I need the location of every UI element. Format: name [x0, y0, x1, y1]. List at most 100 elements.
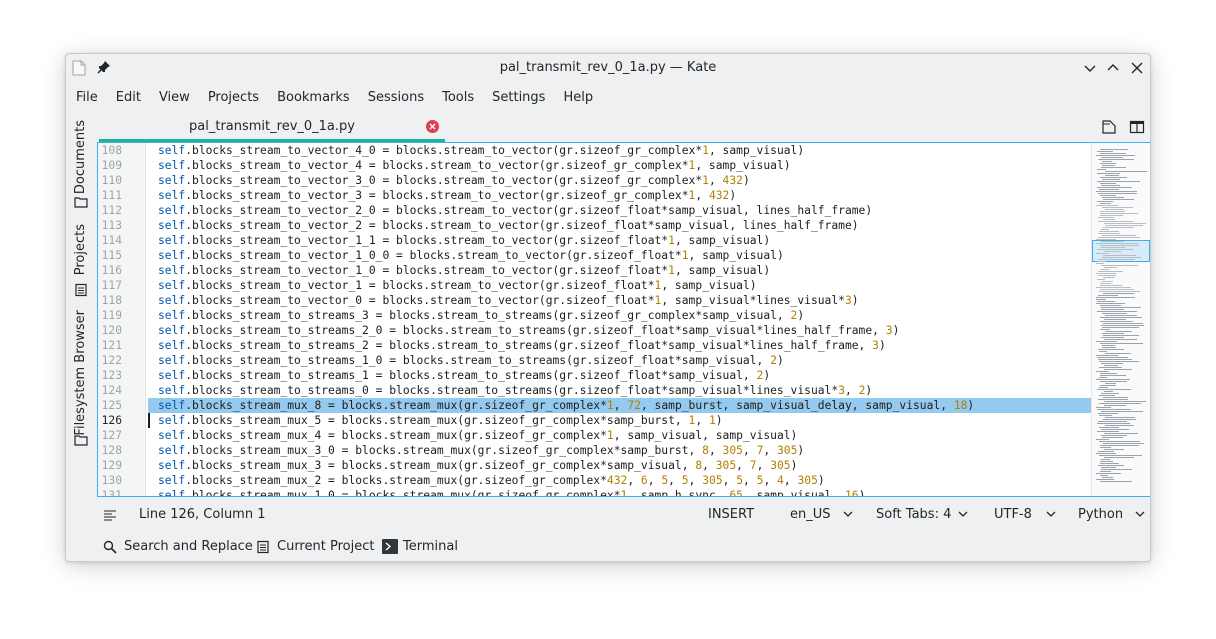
indentation-setting[interactable]: Soft Tabs: 4: [876, 507, 951, 522]
sidebar-tab-projects[interactable]: Projects: [71, 220, 91, 298]
code-line[interactable]: 128 self.blocks_stream_mux_3_0 = blocks.s…: [98, 443, 1091, 458]
maximize-icon[interactable]: [1104, 59, 1122, 77]
code-line[interactable]: 122 self.blocks_stream_to_streams_1_0 = b…: [98, 353, 1091, 368]
minimap-line: [1102, 179, 1120, 180]
code-line[interactable]: 112 self.blocks_stream_to_vector_2_0 = bl…: [98, 203, 1091, 218]
code-line[interactable]: 108 self.blocks_stream_to_vector_4_0 = bl…: [98, 143, 1091, 158]
chevron-down-icon[interactable]: [958, 511, 968, 518]
document-tab[interactable]: pal_transmit_rev_0_1a.py: [99, 114, 445, 142]
cursor-position[interactable]: Line 126, Column 1: [139, 507, 266, 522]
code-line[interactable]: 131 self.blocks_stream_mux_1_0 = blocks.s…: [98, 488, 1091, 496]
new-tab-icon[interactable]: [1101, 119, 1117, 135]
code-text[interactable]: self.blocks_stream_mux_2 = blocks.stream…: [158, 473, 825, 488]
minimize-icon[interactable]: [1081, 59, 1099, 77]
code-text[interactable]: self.blocks_stream_mux_4 = blocks.stream…: [158, 428, 797, 443]
sidebar-tab-filesystem[interactable]: Filesystem Browser: [71, 306, 91, 451]
minimap-line: [1103, 199, 1134, 200]
code-line[interactable]: 124 self.blocks_stream_to_streams_0 = blo…: [98, 383, 1091, 398]
minimap-line: [1100, 445, 1139, 446]
code-text[interactable]: self.blocks_stream_to_vector_3 = blocks.…: [158, 188, 736, 203]
code-line[interactable]: 129 self.blocks_stream_mux_3 = blocks.str…: [98, 458, 1091, 473]
menu-file[interactable]: File: [66, 84, 107, 112]
code-text[interactable]: self.blocks_stream_to_vector_1_0 = block…: [158, 263, 770, 278]
code-line[interactable]: 110 self.blocks_stream_to_vector_3_0 = bl…: [98, 173, 1091, 188]
chevron-down-icon[interactable]: [843, 511, 853, 518]
code-text[interactable]: self.blocks_stream_to_streams_3 = blocks…: [158, 308, 804, 323]
code-text[interactable]: self.blocks_stream_to_vector_4 = blocks.…: [158, 158, 791, 173]
code-line[interactable]: 116 self.blocks_stream_to_vector_1_0 = bl…: [98, 263, 1091, 278]
code-text[interactable]: self.blocks_stream_mux_3_0 = blocks.stre…: [158, 443, 804, 458]
split-view-icon[interactable]: [1129, 119, 1145, 135]
code-text[interactable]: self.blocks_stream_mux_5 = blocks.stream…: [158, 413, 723, 428]
menu-tools[interactable]: Tools: [433, 84, 483, 112]
code-text[interactable]: self.blocks_stream_mux_1_0 = blocks.stre…: [158, 488, 865, 496]
code-text[interactable]: self.blocks_stream_to_streams_1_0 = bloc…: [158, 353, 784, 368]
minimap-line: [1103, 335, 1139, 336]
code-editor[interactable]: 108 self.blocks_stream_to_vector_4_0 = bl…: [97, 142, 1150, 497]
minimap-line: [1100, 471, 1111, 472]
code-line[interactable]: 109 self.blocks_stream_to_vector_4 = bloc…: [98, 158, 1091, 173]
code-text[interactable]: self.blocks_stream_mux_3 = blocks.stream…: [158, 458, 797, 473]
close-icon[interactable]: [1128, 59, 1146, 77]
menu-edit[interactable]: Edit: [107, 84, 150, 112]
code-text[interactable]: self.blocks_stream_to_vector_2 = blocks.…: [158, 218, 859, 233]
code-text[interactable]: self.blocks_stream_to_vector_1_1 = block…: [158, 233, 770, 248]
menu-lines-icon[interactable]: [103, 509, 117, 521]
code-line[interactable]: 114 self.blocks_stream_to_vector_1_1 = bl…: [98, 233, 1091, 248]
code-line[interactable]: 117 self.blocks_stream_to_vector_1 = bloc…: [98, 278, 1091, 293]
code-text[interactable]: self.blocks_stream_to_vector_4_0 = block…: [158, 143, 804, 158]
menu-projects[interactable]: Projects: [199, 84, 268, 112]
sidebar-tab-documents[interactable]: Documents: [71, 116, 91, 208]
menu-bookmarks[interactable]: Bookmarks: [268, 84, 359, 112]
minimap-line: [1099, 387, 1108, 388]
code-text[interactable]: self.blocks_stream_to_streams_1 = blocks…: [158, 368, 770, 383]
minimap-line: [1097, 201, 1113, 202]
code-line[interactable]: 113 self.blocks_stream_to_vector_2 = bloc…: [98, 218, 1091, 233]
code-text[interactable]: self.blocks_stream_to_vector_2_0 = block…: [158, 203, 872, 218]
minimap-line: [1101, 247, 1125, 248]
menu-help[interactable]: Help: [554, 84, 602, 112]
input-mode[interactable]: INSERT: [708, 507, 754, 522]
code-text[interactable]: self.blocks_stream_to_vector_3_0 = block…: [158, 173, 750, 188]
code-line[interactable]: 115 self.blocks_stream_to_vector_1_0_0 = …: [98, 248, 1091, 263]
code-line[interactable]: 118 self.blocks_stream_to_vector_0 = bloc…: [98, 293, 1091, 308]
encoding-setting[interactable]: UTF-8: [994, 507, 1032, 522]
code-line[interactable]: 111 self.blocks_stream_to_vector_3 = bloc…: [98, 188, 1091, 203]
syntax-mode[interactable]: Python: [1078, 507, 1123, 522]
code-text[interactable]: self.blocks_stream_to_streams_2_0 = bloc…: [158, 323, 899, 338]
code-line[interactable]: 130 self.blocks_stream_mux_2 = blocks.str…: [98, 473, 1091, 488]
minimap-line: [1102, 257, 1141, 258]
code-text[interactable]: self.blocks_stream_to_vector_1_0_0 = blo…: [158, 248, 784, 263]
minimap-scrollbar[interactable]: [1091, 143, 1150, 496]
menu-view[interactable]: View: [150, 84, 199, 112]
chevron-down-icon[interactable]: [1135, 511, 1145, 518]
minimap-line: [1105, 225, 1143, 226]
code-line[interactable]: 123 self.blocks_stream_to_streams_1 = blo…: [98, 368, 1091, 383]
code-text[interactable]: self.blocks_stream_to_streams_2 = blocks…: [158, 338, 886, 353]
minimap-line: [1098, 421, 1127, 422]
code-text[interactable]: self.blocks_stream_to_vector_0 = blocks.…: [158, 293, 859, 308]
code-line[interactable]: 121 self.blocks_stream_to_streams_2 = blo…: [98, 338, 1091, 353]
search-replace-label: Search and Replace: [124, 539, 253, 554]
close-tab-icon[interactable]: [426, 120, 439, 133]
code-text[interactable]: self.blocks_stream_to_vector_1 = blocks.…: [158, 278, 757, 293]
dictionary-language[interactable]: en_US: [790, 507, 831, 522]
menu-sessions[interactable]: Sessions: [359, 84, 433, 112]
line-number: 127: [101, 429, 122, 442]
code-text[interactable]: self.blocks_stream_mux_8 = blocks.stream…: [158, 398, 974, 413]
code-line[interactable]: 119 self.blocks_stream_to_streams_3 = blo…: [98, 308, 1091, 323]
chevron-down-icon[interactable]: [1046, 511, 1056, 518]
menu-settings[interactable]: Settings: [483, 84, 554, 112]
code-line[interactable]: 125 self.blocks_stream_mux_8 = blocks.str…: [98, 398, 1091, 413]
code-text[interactable]: self.blocks_stream_to_streams_0 = blocks…: [158, 383, 872, 398]
minimap-line: [1105, 425, 1134, 426]
minimap-line: [1097, 357, 1128, 358]
code-line[interactable]: 127 self.blocks_stream_mux_4 = blocks.str…: [98, 428, 1091, 443]
code-line[interactable]: 126 self.blocks_stream_mux_5 = blocks.str…: [98, 413, 1091, 428]
minimap-line: [1100, 195, 1116, 196]
line-number: 128: [101, 444, 122, 457]
line-number: 126: [101, 414, 122, 427]
minimap-line: [1100, 305, 1121, 306]
code-line[interactable]: 120 self.blocks_stream_to_streams_2_0 = b…: [98, 323, 1091, 338]
code-area[interactable]: 108 self.blocks_stream_to_vector_4_0 = bl…: [98, 143, 1091, 496]
